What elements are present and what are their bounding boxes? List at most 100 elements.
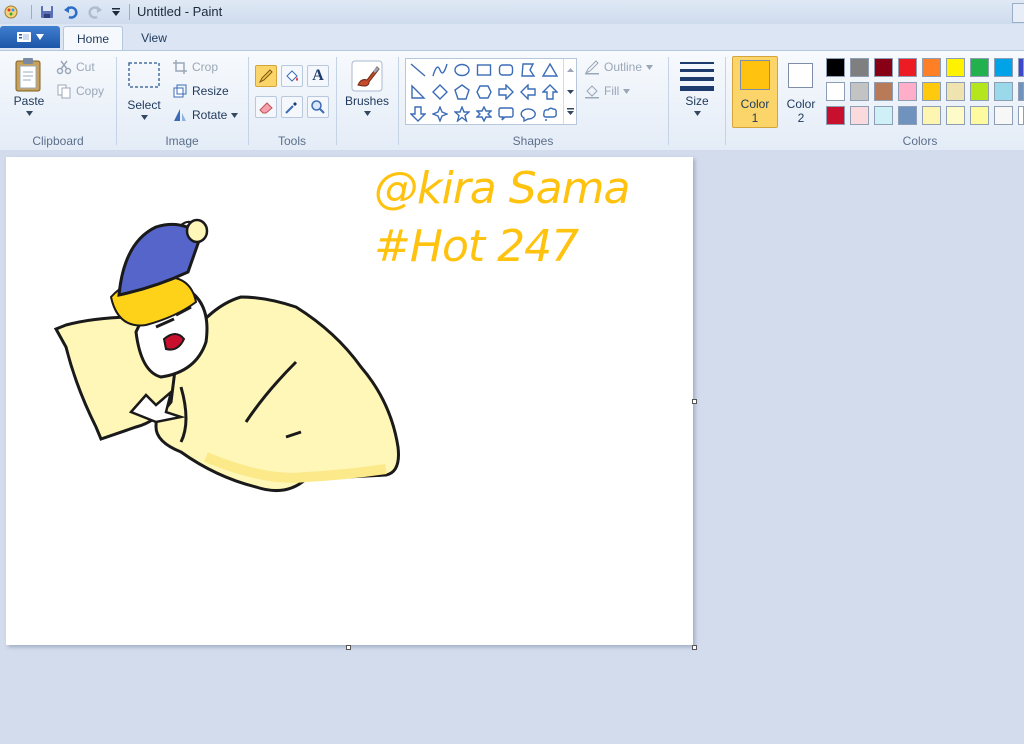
canvas-resize-handle-corner[interactable] <box>692 645 697 650</box>
palette-swatch[interactable] <box>970 106 989 125</box>
palette-swatch[interactable] <box>994 82 1013 101</box>
fill-button[interactable]: Fill <box>584 83 631 99</box>
title-separator <box>129 4 130 20</box>
copy-button[interactable]: Copy <box>56 83 104 99</box>
undo-icon[interactable] <box>62 3 80 21</box>
palette-swatch[interactable] <box>946 82 965 101</box>
resize-button[interactable]: Resize <box>172 83 229 99</box>
chevron-down-icon <box>363 111 371 116</box>
triangle-shape-icon[interactable] <box>540 60 560 80</box>
color2-swatch[interactable] <box>788 63 813 88</box>
palette-swatch[interactable] <box>898 106 917 125</box>
crop-label: Crop <box>192 60 219 74</box>
palette-swatch[interactable] <box>850 106 869 125</box>
palette-swatch[interactable] <box>946 58 965 77</box>
right-arrow-shape-icon[interactable] <box>496 82 516 102</box>
shapes-group-label: Shapes <box>512 134 554 148</box>
diamond-shape-icon[interactable] <box>430 82 450 102</box>
palette-swatch[interactable] <box>826 106 845 125</box>
outline-button[interactable]: Outline <box>584 59 654 75</box>
canvas-resize-handle-bottom[interactable] <box>346 645 351 650</box>
palette-swatch[interactable] <box>946 106 965 125</box>
cut-button[interactable]: Cut <box>56 59 95 75</box>
paste-label: Paste <box>13 94 45 108</box>
group-separator <box>398 57 399 145</box>
colors-group-label: Colors <box>902 134 938 148</box>
pentagon-shape-icon[interactable] <box>452 82 472 102</box>
rounded-rectangle-shape-icon[interactable] <box>496 60 516 80</box>
line-shape-icon[interactable] <box>408 60 428 80</box>
palette-swatch[interactable] <box>874 58 893 77</box>
palette-swatch[interactable] <box>898 58 917 77</box>
color-picker-tool[interactable] <box>281 96 303 118</box>
rounded-callout-shape-icon[interactable] <box>496 104 516 124</box>
palette-swatch[interactable] <box>1018 82 1024 101</box>
palette-swatch[interactable] <box>826 58 845 77</box>
customize-quick-access-icon[interactable] <box>107 3 125 21</box>
brushes-button[interactable]: Brushes <box>343 58 391 116</box>
color1-swatch <box>740 60 770 90</box>
palette-swatch[interactable] <box>898 82 917 101</box>
shapes-gallery[interactable] <box>405 58 577 125</box>
rectangle-shape-icon[interactable] <box>474 60 494 80</box>
magnifier-tool[interactable] <box>307 96 329 118</box>
fill-tool[interactable] <box>281 65 303 87</box>
save-icon[interactable] <box>38 3 56 21</box>
down-arrow-shape-icon[interactable] <box>408 104 428 124</box>
redo-icon[interactable] <box>86 3 104 21</box>
palette-swatch[interactable] <box>922 58 941 77</box>
chevron-down-icon <box>36 34 44 40</box>
six-point-star-shape-icon[interactable] <box>474 104 494 124</box>
palette-swatch[interactable] <box>970 58 989 77</box>
pencil-tool[interactable] <box>255 65 277 87</box>
palette-swatch[interactable] <box>970 82 989 101</box>
cloud-callout-shape-icon[interactable] <box>540 104 560 124</box>
tools-group-label: Tools <box>277 134 306 148</box>
curve-shape-icon[interactable] <box>430 60 450 80</box>
brush-icon <box>351 60 383 92</box>
clipboard-group-label: Clipboard <box>32 134 84 148</box>
size-button[interactable]: Size <box>675 58 719 116</box>
paint-app-icon[interactable] <box>2 3 20 21</box>
palette-swatch[interactable] <box>874 82 893 101</box>
palette-swatch[interactable] <box>826 82 845 101</box>
crop-button[interactable]: Crop <box>172 59 218 75</box>
palette-swatch[interactable] <box>874 106 893 125</box>
canvas-resize-handle-right[interactable] <box>692 399 697 404</box>
palette-swatch[interactable] <box>1018 58 1024 77</box>
five-point-star-shape-icon[interactable] <box>452 104 472 124</box>
four-point-star-shape-icon[interactable] <box>430 104 450 124</box>
group-separator <box>248 57 249 145</box>
resize-icon <box>173 84 187 98</box>
up-arrow-shape-icon[interactable] <box>540 82 560 102</box>
tab-view[interactable]: View <box>128 26 180 50</box>
window-controls[interactable] <box>1012 3 1024 23</box>
oval-shape-icon[interactable] <box>452 60 472 80</box>
hexagon-shape-icon[interactable] <box>474 82 494 102</box>
palette-swatch[interactable] <box>922 82 941 101</box>
rotate-icon <box>174 109 186 121</box>
right-triangle-shape-icon[interactable] <box>408 82 428 102</box>
palette-swatch[interactable] <box>850 82 869 101</box>
paint-menu-button[interactable] <box>0 26 60 48</box>
eraser-tool[interactable] <box>255 96 277 118</box>
palette-swatch[interactable] <box>994 106 1013 125</box>
clipboard-icon <box>15 58 41 92</box>
drawing-canvas[interactable]: @kira Sama #Hot 247 <box>6 157 693 645</box>
left-arrow-shape-icon[interactable] <box>518 82 538 102</box>
palette-swatch[interactable] <box>1018 106 1024 125</box>
paste-button[interactable]: Paste <box>8 56 50 116</box>
tab-home[interactable]: Home <box>63 26 123 51</box>
polygon-shape-icon[interactable] <box>518 60 538 80</box>
menu-icon <box>17 32 31 42</box>
palette-swatch[interactable] <box>850 58 869 77</box>
palette-swatch[interactable] <box>922 106 941 125</box>
shapes-scroll[interactable] <box>563 59 577 124</box>
palette-swatch[interactable] <box>994 58 1013 77</box>
color2-label[interactable]: Color 2 <box>780 97 822 125</box>
select-button[interactable]: Select <box>124 60 164 120</box>
select-rectangle-icon <box>128 62 160 88</box>
oval-callout-shape-icon[interactable] <box>518 104 538 124</box>
text-tool[interactable]: A <box>307 65 329 87</box>
rotate-button[interactable]: Rotate <box>172 107 239 123</box>
